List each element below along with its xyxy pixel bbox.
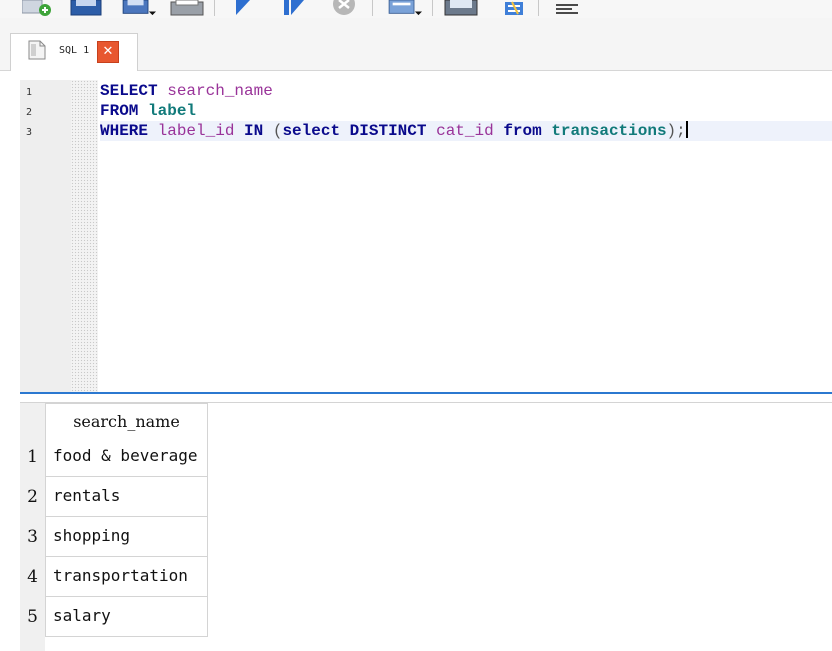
code-token: cat_id bbox=[436, 122, 494, 140]
add-connection-icon[interactable] bbox=[22, 0, 52, 16]
table-cell[interactable]: shopping bbox=[45, 517, 208, 557]
tab-sql-1[interactable]: SQL 1 ✕ bbox=[10, 33, 138, 71]
row-number[interactable]: 5 bbox=[20, 597, 45, 637]
table-cell[interactable]: transportation bbox=[45, 557, 208, 597]
save-icon[interactable] bbox=[70, 0, 102, 16]
save-as-icon[interactable] bbox=[120, 0, 160, 16]
toolbar-separator bbox=[538, 0, 539, 16]
print-icon[interactable] bbox=[170, 0, 204, 16]
code-line[interactable]: FROM label bbox=[100, 101, 196, 121]
line-number: 3 bbox=[26, 127, 33, 138]
code-token: label_id bbox=[157, 122, 235, 140]
code-token: IN bbox=[244, 122, 264, 140]
results-grid[interactable]: search_name 1 food & beverage 2 rentals 3 sho… bbox=[20, 402, 832, 651]
code-token: from bbox=[503, 122, 542, 140]
text-caret bbox=[685, 121, 688, 138]
toolbar-separator bbox=[372, 0, 373, 16]
tab-strip: SQL 1 ✕ bbox=[0, 18, 832, 71]
import-icon[interactable] bbox=[444, 0, 478, 16]
export-icon[interactable] bbox=[386, 0, 426, 16]
pane-gap bbox=[20, 394, 832, 402]
table-cell[interactable]: food & beverage bbox=[45, 437, 208, 477]
code-token: DISTINCT bbox=[349, 122, 427, 140]
code-line[interactable]: SELECT search_name bbox=[100, 81, 273, 101]
code-token: SELECT bbox=[100, 82, 158, 100]
line-number: 2 bbox=[26, 107, 33, 118]
row-number[interactable]: 2 bbox=[20, 477, 45, 517]
code-token: select bbox=[282, 122, 341, 140]
toolbar-separator bbox=[214, 0, 215, 16]
table-cell[interactable]: salary bbox=[45, 597, 208, 637]
line-number: 1 bbox=[26, 87, 33, 98]
row-number[interactable]: 1 bbox=[20, 437, 45, 477]
refresh-icon[interactable] bbox=[502, 0, 528, 16]
code-line[interactable]: WHERE label_id IN (select DISTINCT cat_i… bbox=[100, 121, 832, 141]
code-token: FROM bbox=[100, 102, 139, 120]
sql-editor[interactable]: 123 SELECT search_name FROM label WHERE la… bbox=[20, 80, 832, 392]
format-icon[interactable] bbox=[554, 0, 582, 16]
stop-icon[interactable] bbox=[330, 0, 358, 16]
document-icon bbox=[28, 40, 46, 60]
table-cell[interactable]: rentals bbox=[45, 477, 208, 517]
close-icon[interactable]: ✕ bbox=[97, 41, 119, 63]
code-token: WHERE bbox=[100, 122, 149, 140]
tab-label: SQL 1 bbox=[59, 45, 90, 56]
fold-margin bbox=[71, 80, 98, 392]
code-token: ( bbox=[263, 122, 283, 140]
code-token: search_name bbox=[167, 82, 273, 100]
code-token: ); bbox=[666, 122, 686, 140]
column-header[interactable]: search_name bbox=[45, 403, 208, 439]
code-token: transactions bbox=[551, 122, 667, 140]
code-token: label bbox=[148, 102, 197, 120]
execute-icon[interactable] bbox=[234, 0, 252, 16]
toolbar bbox=[0, 0, 832, 18]
toolbar-separator bbox=[432, 0, 433, 16]
row-number[interactable]: 3 bbox=[20, 517, 45, 557]
execute-current-icon[interactable] bbox=[282, 0, 306, 16]
row-number[interactable]: 4 bbox=[20, 557, 45, 597]
